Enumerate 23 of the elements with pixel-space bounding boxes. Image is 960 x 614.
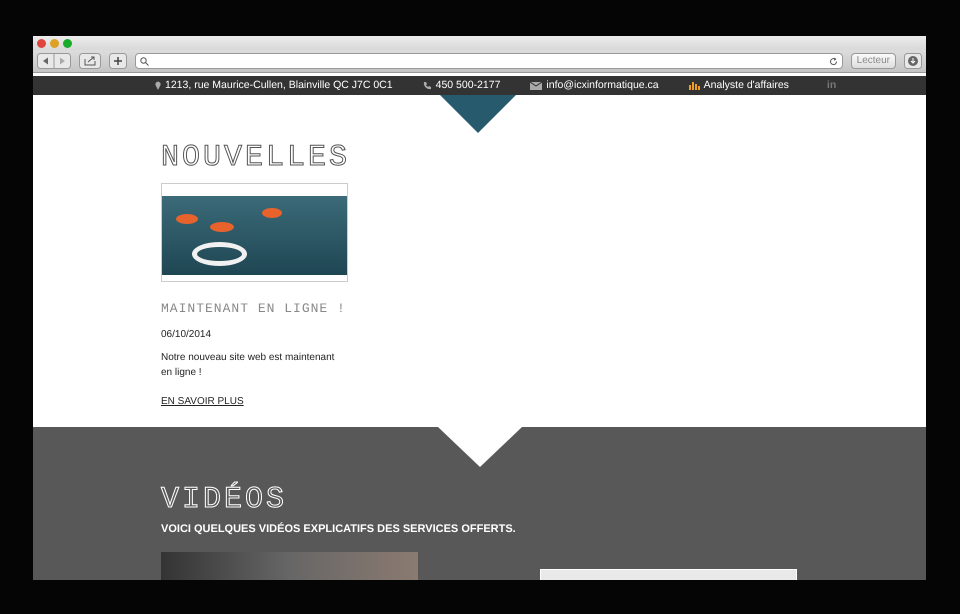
envelope-icon — [530, 82, 542, 90]
close-icon[interactable] — [37, 38, 46, 48]
download-icon[interactable] — [904, 53, 922, 69]
news-text: Notre nouveau site web est maintenant en ligne ! — [161, 350, 336, 380]
phone-text: 450 500-2177 — [436, 78, 500, 93]
read-more-link[interactable]: EN SAVOIR PLUS — [161, 396, 244, 406]
email-link[interactable]: info@icxinformatique.ca — [546, 78, 659, 94]
address-field[interactable] — [135, 53, 843, 69]
share-icon[interactable] — [79, 53, 101, 69]
zoom-icon[interactable] — [63, 38, 72, 48]
news-title: MAINTENANT EN LIGNE ! — [161, 300, 347, 318]
news-date: 06/10/2014 — [161, 328, 212, 342]
search-icon — [140, 56, 149, 66]
news-heading: NOUVELLES — [161, 143, 352, 173]
reload-icon[interactable] — [828, 56, 838, 66]
bar-chart-icon — [688, 81, 700, 90]
analyst-link[interactable]: Analyste d'affaires — [704, 78, 789, 94]
back-forward-icon[interactable] — [37, 53, 71, 69]
address-text: 1213, rue Maurice-Cullen, Blainville QC J7C 0C1 — [165, 78, 393, 93]
videos-subtitle: VOICI QUELQUES VIDÉOS EXPLICATIFS DES SERVICES OFFERTS. — [161, 521, 517, 537]
add-tab-icon[interactable] — [109, 53, 127, 69]
map-pin-icon — [155, 81, 161, 90]
phone-icon — [422, 81, 432, 90]
